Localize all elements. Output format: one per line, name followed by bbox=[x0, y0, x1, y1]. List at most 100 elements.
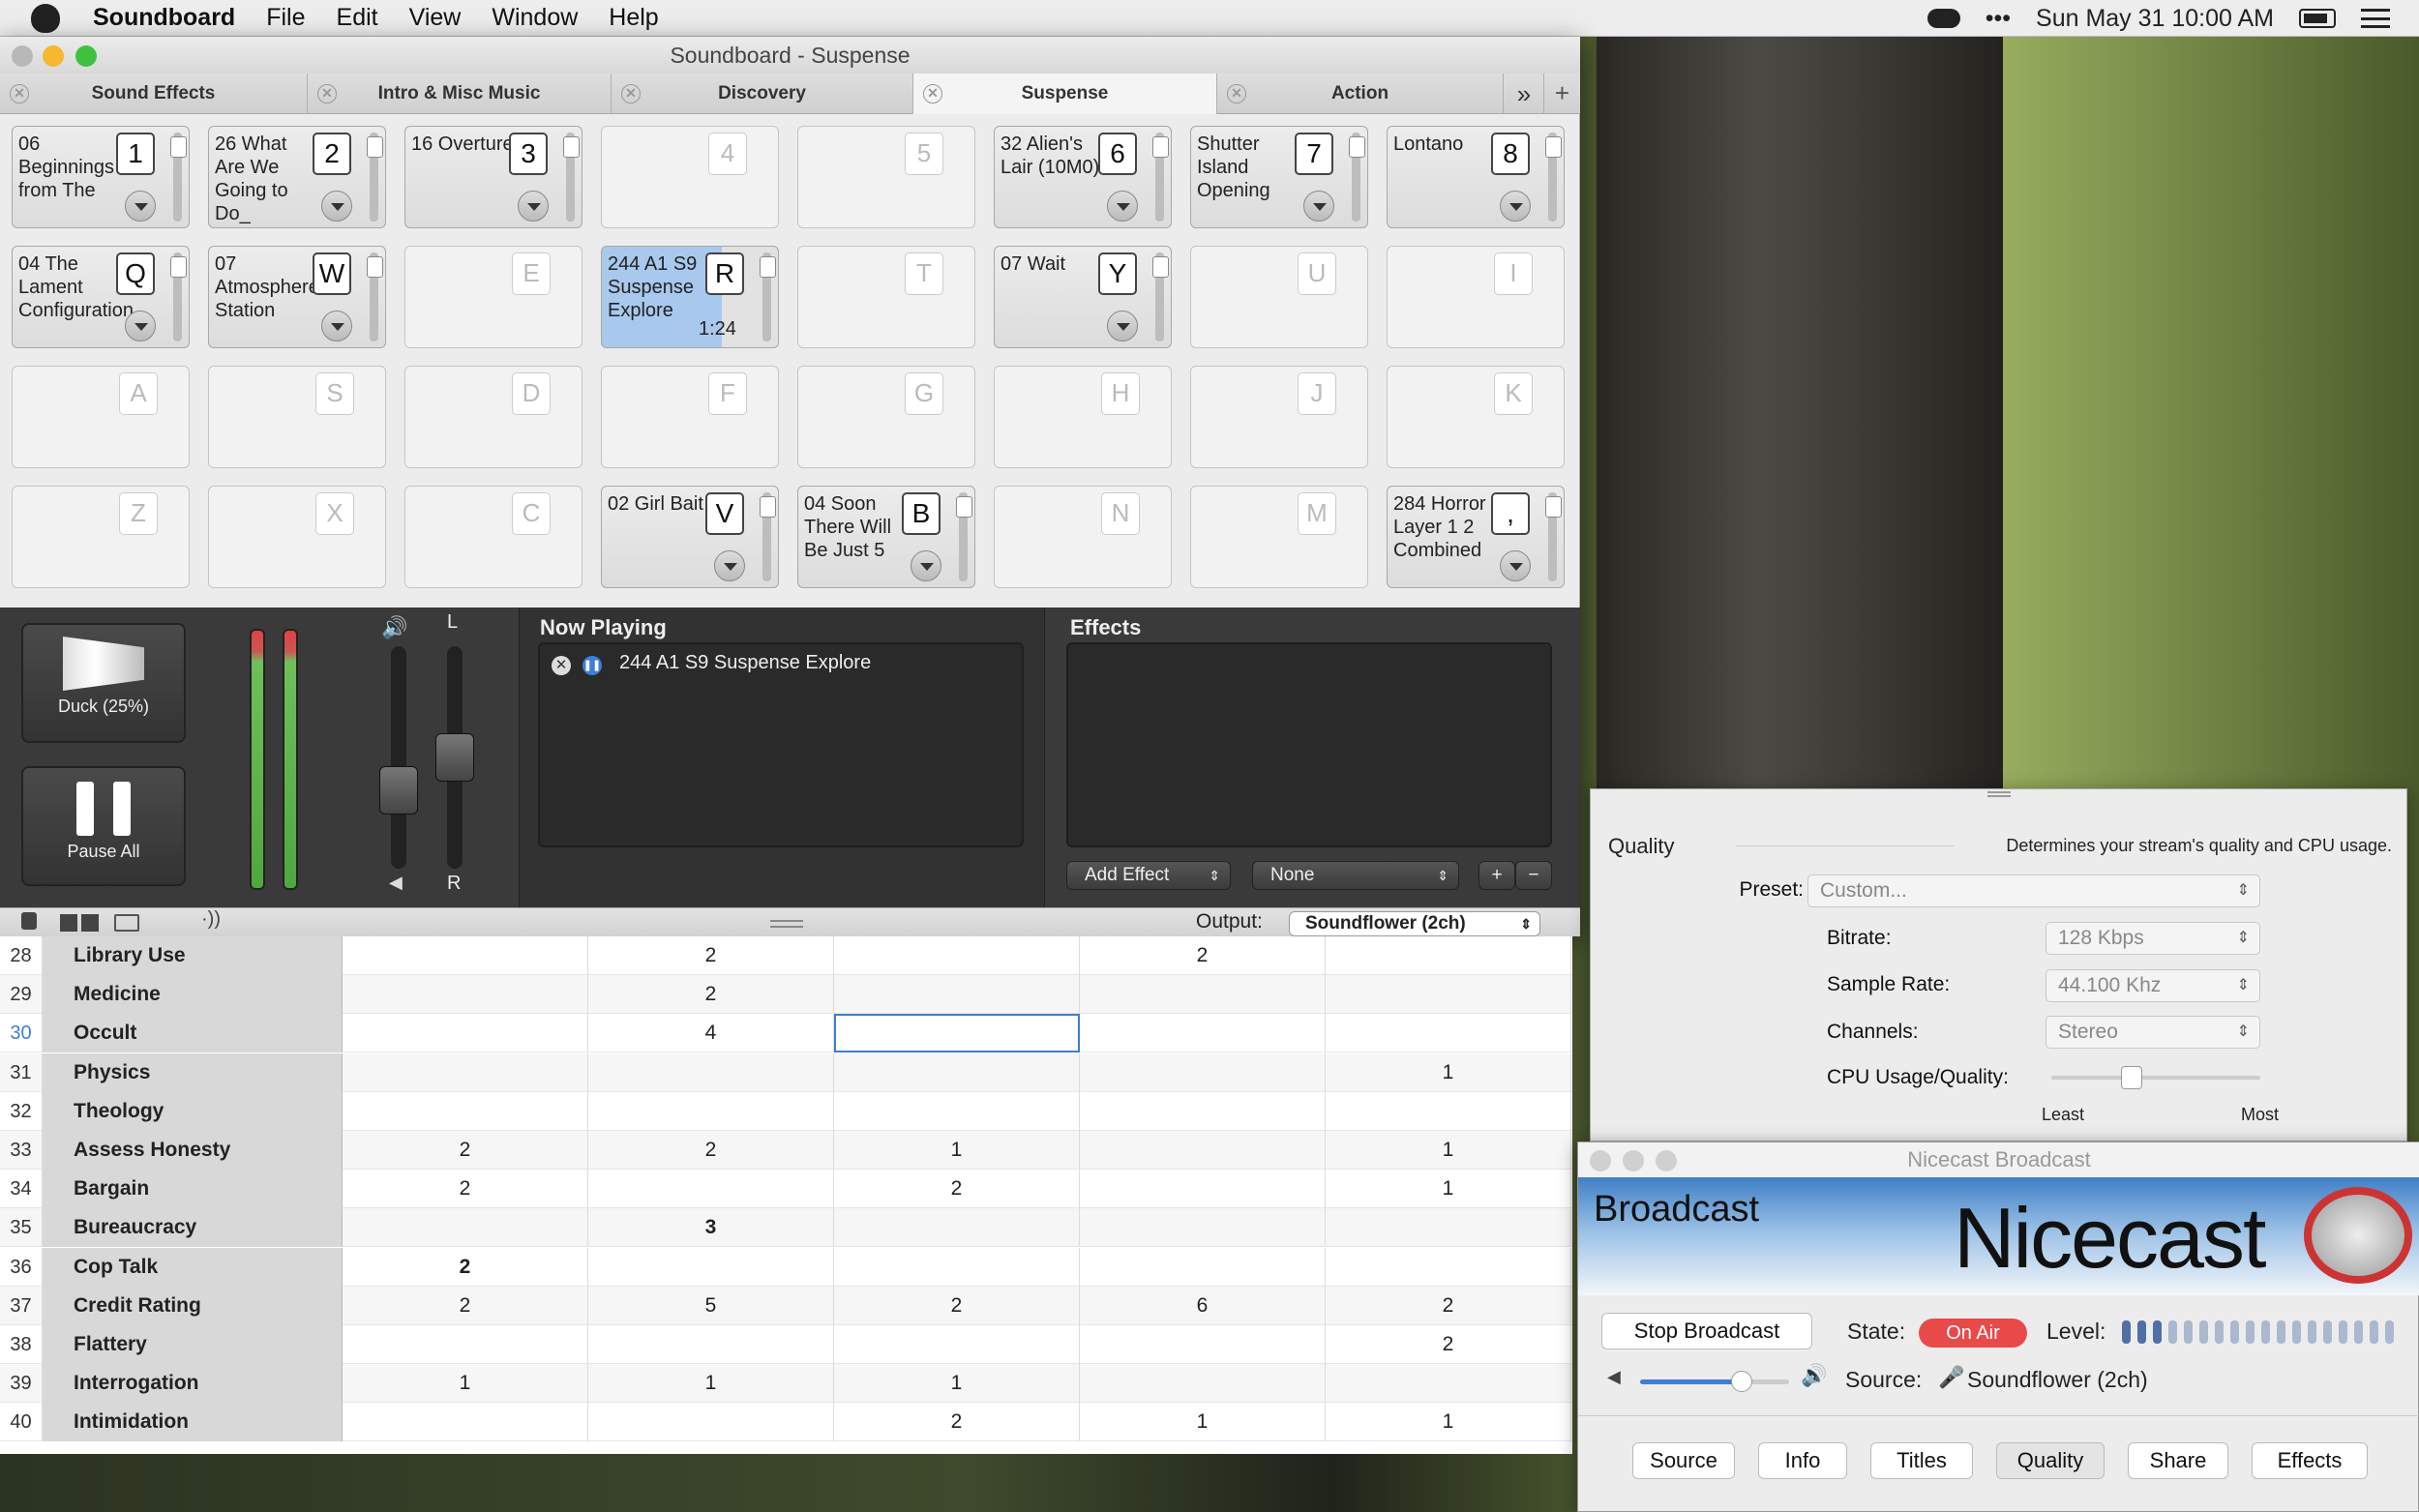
lock-icon[interactable] bbox=[21, 912, 37, 930]
sound-button-T[interactable]: T bbox=[797, 246, 975, 348]
grid-view-icon[interactable] bbox=[60, 914, 99, 932]
table-cell[interactable] bbox=[834, 1014, 1080, 1053]
pause-all-button[interactable]: Pause All bbox=[21, 766, 186, 886]
row-number[interactable]: 33 bbox=[0, 1131, 43, 1170]
table-cell[interactable]: 2 bbox=[1326, 1325, 1571, 1364]
sound-volume-slider[interactable] bbox=[367, 133, 383, 222]
sound-volume-slider[interactable] bbox=[1152, 133, 1169, 222]
table-cell[interactable] bbox=[343, 936, 588, 975]
sound-options-icon[interactable] bbox=[125, 311, 156, 341]
table-cell[interactable] bbox=[1080, 1091, 1326, 1131]
table-cell[interactable] bbox=[1326, 936, 1571, 975]
close-tab-icon[interactable]: ✕ bbox=[621, 84, 641, 104]
table-cell[interactable] bbox=[834, 975, 1080, 1015]
sound-volume-slider[interactable] bbox=[170, 133, 187, 222]
table-cell[interactable] bbox=[1326, 975, 1571, 1015]
sound-button-6[interactable]: 32 Alien's Lair (10M0) 6 bbox=[994, 126, 1172, 228]
table-cell[interactable] bbox=[588, 1091, 834, 1131]
tab-sound-effects[interactable]: ✕ Sound Effects bbox=[0, 74, 308, 114]
row-label-cell[interactable]: Credit Rating bbox=[43, 1286, 343, 1325]
close-tab-icon[interactable]: ✕ bbox=[317, 84, 337, 104]
sound-button-J[interactable]: J bbox=[1190, 366, 1368, 468]
table-cell[interactable] bbox=[343, 1052, 588, 1092]
sound-button-E[interactable]: E bbox=[404, 246, 582, 348]
sound-button-X[interactable]: X bbox=[208, 486, 386, 588]
table-cell[interactable]: 1 bbox=[1326, 1052, 1571, 1092]
sound-button-K[interactable]: K bbox=[1387, 366, 1565, 468]
row-label-cell[interactable]: Flattery bbox=[43, 1325, 343, 1364]
sample-rate-select[interactable]: 44.100 Khz ⇕ bbox=[2046, 969, 2260, 1002]
sound-volume-slider[interactable] bbox=[1545, 492, 1562, 581]
table-cell[interactable]: 6 bbox=[1080, 1286, 1326, 1325]
table-cell[interactable]: 2 bbox=[343, 1170, 588, 1209]
sound-options-icon[interactable] bbox=[1500, 550, 1531, 581]
sound-button-Z[interactable]: Z bbox=[12, 486, 190, 588]
menu-window[interactable]: Window bbox=[476, 4, 593, 32]
battery-icon[interactable] bbox=[2299, 9, 2336, 28]
cpu-quality-knob[interactable] bbox=[2121, 1066, 2142, 1089]
row-number[interactable]: 37 bbox=[0, 1286, 43, 1325]
sound-button-R[interactable]: 244 A1 S9 Suspense Explore R 1:24 bbox=[601, 246, 779, 348]
row-number[interactable]: 31 bbox=[0, 1052, 43, 1092]
table-cell[interactable] bbox=[343, 975, 588, 1015]
add-effect-button[interactable]: + bbox=[1478, 861, 1515, 890]
table-cell[interactable] bbox=[1080, 1325, 1326, 1364]
sound-button-Y[interactable]: 07 Wait Y bbox=[994, 246, 1172, 348]
sound-button-2[interactable]: 26 What Are We Going to Do_ 2 bbox=[208, 126, 386, 228]
sound-button-B[interactable]: 04 Soon There Will Be Just 5B bbox=[797, 486, 975, 588]
now-playing-item[interactable]: 244 A1 S9 Suspense Explore bbox=[619, 652, 871, 674]
sound-button-M[interactable]: M bbox=[1190, 486, 1368, 588]
menu-app-name[interactable]: Soundboard bbox=[77, 4, 251, 32]
sound-options-icon[interactable] bbox=[518, 191, 549, 222]
sound-options-icon[interactable] bbox=[1107, 191, 1138, 222]
row-number[interactable]: 40 bbox=[0, 1403, 43, 1442]
stop-track-icon[interactable]: ✕ bbox=[552, 656, 571, 675]
source-tab-button[interactable]: Source bbox=[1632, 1442, 1735, 1479]
row-number[interactable]: 36 bbox=[0, 1247, 43, 1287]
menu-file[interactable]: File bbox=[251, 4, 320, 32]
cloud-icon[interactable] bbox=[1926, 9, 1960, 28]
tab-intro-misc-music[interactable]: ✕ Intro & Misc Music bbox=[308, 74, 612, 114]
table-cell[interactable] bbox=[343, 1208, 588, 1248]
duck-button[interactable]: Duck (25%) bbox=[21, 623, 186, 743]
resize-handle-icon[interactable] bbox=[770, 920, 803, 928]
table-cell[interactable] bbox=[343, 1325, 588, 1364]
volume-slider-knob[interactable] bbox=[379, 766, 418, 815]
row-number[interactable]: 30 bbox=[0, 1014, 43, 1053]
table-cell[interactable]: 1 bbox=[1326, 1170, 1571, 1209]
apple-icon[interactable] bbox=[31, 3, 60, 33]
minimize-window-icon[interactable] bbox=[43, 45, 64, 67]
table-cell[interactable]: 1 bbox=[834, 1364, 1080, 1404]
table-cell[interactable] bbox=[1326, 1014, 1571, 1053]
add-tab-button[interactable]: + bbox=[1543, 74, 1580, 114]
sound-button-C[interactable]: C bbox=[404, 486, 582, 588]
row-label-cell[interactable]: Bureaucracy bbox=[43, 1208, 343, 1248]
volume-slider[interactable] bbox=[379, 646, 418, 869]
sound-options-icon[interactable] bbox=[1500, 191, 1531, 222]
table-cell[interactable] bbox=[834, 1208, 1080, 1248]
zoom-window-icon[interactable] bbox=[1656, 1150, 1677, 1171]
row-number[interactable]: 38 bbox=[0, 1325, 43, 1364]
sound-button-7[interactable]: Shutter Island Opening 7 bbox=[1190, 126, 1368, 228]
table-cell[interactable]: 2 bbox=[588, 1131, 834, 1170]
table-cell[interactable]: 2 bbox=[588, 936, 834, 975]
table-cell[interactable] bbox=[1326, 1208, 1571, 1248]
sound-button-F[interactable]: F bbox=[601, 366, 779, 468]
more-icon[interactable]: ••• bbox=[1986, 5, 2011, 33]
tab-discovery[interactable]: ✕ Discovery bbox=[612, 74, 913, 114]
sound-button-A[interactable]: A bbox=[12, 366, 190, 468]
table-cell[interactable] bbox=[1080, 1052, 1326, 1092]
sound-volume-slider[interactable] bbox=[760, 492, 776, 581]
table-cell[interactable]: 1 bbox=[1326, 1403, 1571, 1442]
table-cell[interactable]: 1 bbox=[1326, 1131, 1571, 1170]
table-cell[interactable] bbox=[834, 1091, 1080, 1131]
row-number[interactable]: 34 bbox=[0, 1170, 43, 1209]
table-cell[interactable]: 3 bbox=[588, 1208, 834, 1248]
tab-action[interactable]: ✕ Action bbox=[1217, 74, 1504, 114]
share-tab-button[interactable]: Share bbox=[2128, 1442, 2228, 1479]
row-label-cell[interactable]: Bargain bbox=[43, 1170, 343, 1209]
table-cell[interactable] bbox=[1080, 1131, 1326, 1170]
table-cell[interactable]: 4 bbox=[588, 1014, 834, 1053]
table-cell[interactable] bbox=[1326, 1091, 1571, 1131]
table-cell[interactable]: 2 bbox=[343, 1131, 588, 1170]
